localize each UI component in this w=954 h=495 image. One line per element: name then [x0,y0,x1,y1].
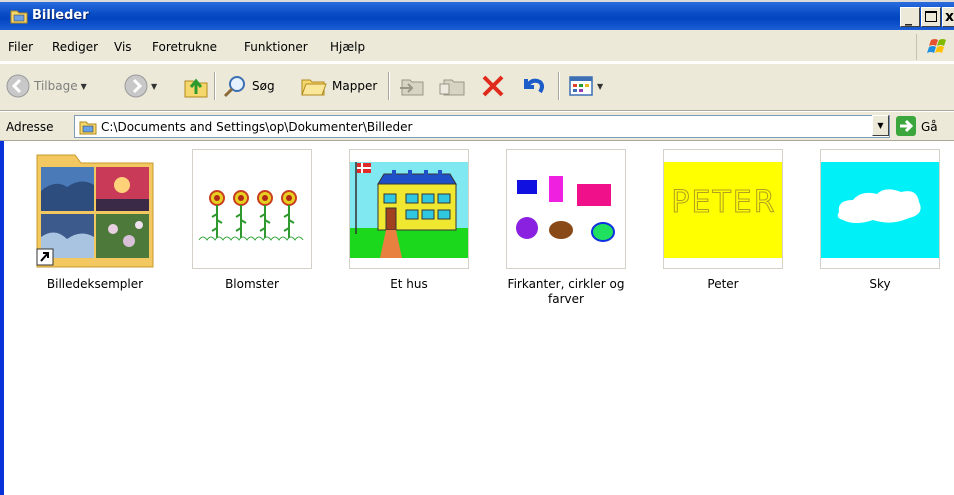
address-path: C:\Documents and Settings\op\Dokumenter\… [101,120,413,134]
file-list-pane[interactable]: Billedeksempler Blomster Et hus Firkante… [0,141,954,495]
list-item[interactable]: Sky [805,149,954,292]
folders-button[interactable]: Mapper [300,74,377,98]
delete-button[interactable] [480,74,506,98]
image-thumbnail: PETER [663,149,783,269]
folder-shortcut-icon [35,149,155,269]
folder-images-icon [10,10,28,24]
undo-arrow-icon [524,78,544,94]
window-title: Billeder [32,8,89,23]
go-button[interactable] [896,116,916,136]
image-thumbnail [820,149,940,269]
thumb-text: PETER [671,185,776,220]
list-item[interactable]: PETER Peter [648,149,798,292]
back-arrow-icon [6,74,30,98]
menu-file[interactable]: Filer [8,40,33,54]
file-name: Billedeksempler [46,277,144,291]
folder-images-icon [79,121,97,135]
move-to-folder-icon [400,79,424,96]
views-grid-icon [569,76,593,96]
delete-x-icon [482,75,504,97]
views-dropdown-icon[interactable]: ▼ [597,82,603,91]
menu-tools[interactable]: Funktioner [244,40,308,54]
menu-help[interactable]: Hjælp [330,40,365,54]
go-arrow-icon [900,119,914,133]
move-to-button[interactable] [398,74,426,98]
search-icon [223,76,245,98]
toolbar-separator [214,72,216,100]
close-button[interactable]: x [942,7,954,27]
toolbar: Tilbage ▼ ▼ Søg Mapper ▼ [0,63,954,111]
list-item[interactable]: Et hus [334,149,484,292]
up-folder-button[interactable] [182,72,210,100]
minimize-button[interactable]: _ [900,7,920,27]
file-name: Firkanter, cirkler og farver [507,277,625,306]
file-name: Blomster [225,277,279,291]
maximize-button[interactable] [921,7,941,27]
file-name: Peter [707,277,739,291]
windows-logo-icon [916,34,954,60]
list-item[interactable]: Blomster [177,149,327,292]
back-button[interactable]: Tilbage ▼ [6,74,87,98]
address-label: Adresse [6,120,54,134]
address-bar: Adresse C:\Documents and Settings\op\Dok… [0,111,954,141]
forward-arrow-icon [124,74,148,98]
image-thumbnail [506,149,626,269]
forward-button[interactable]: ▼ [124,74,157,98]
menu-edit[interactable]: Rediger [52,40,98,54]
menu-bar: Filer Rediger Vis Foretrukne Funktioner … [0,30,954,62]
menu-favorites[interactable]: Foretrukne [152,40,217,54]
views-button[interactable]: ▼ [568,74,603,98]
title-bar[interactable]: Billeder _ x [0,0,954,30]
back-dropdown-icon[interactable]: ▼ [81,82,87,91]
file-name: Et hus [390,277,428,291]
list-item[interactable]: Billedeksempler [20,149,170,292]
copy-to-folder-icon [439,79,465,96]
list-item[interactable]: Firkanter, cirkler og farver [491,149,641,307]
menu-view[interactable]: Vis [114,40,132,54]
file-name: Sky [869,277,891,291]
undo-button[interactable] [518,74,546,98]
toolbar-separator [558,72,560,100]
forward-dropdown-icon[interactable]: ▼ [151,82,157,91]
toolbar-separator [388,72,390,100]
image-thumbnail [349,149,469,269]
address-field[interactable]: C:\Documents and Settings\op\Dokumenter\… [74,115,890,138]
folders-icon [301,79,327,96]
go-label[interactable]: Gå [921,120,938,134]
search-button[interactable]: Søg [222,74,275,98]
copy-to-button[interactable] [438,74,466,98]
address-dropdown-button[interactable]: ▼ [872,115,889,136]
image-thumbnail [192,149,312,269]
up-folder-icon [184,78,208,98]
